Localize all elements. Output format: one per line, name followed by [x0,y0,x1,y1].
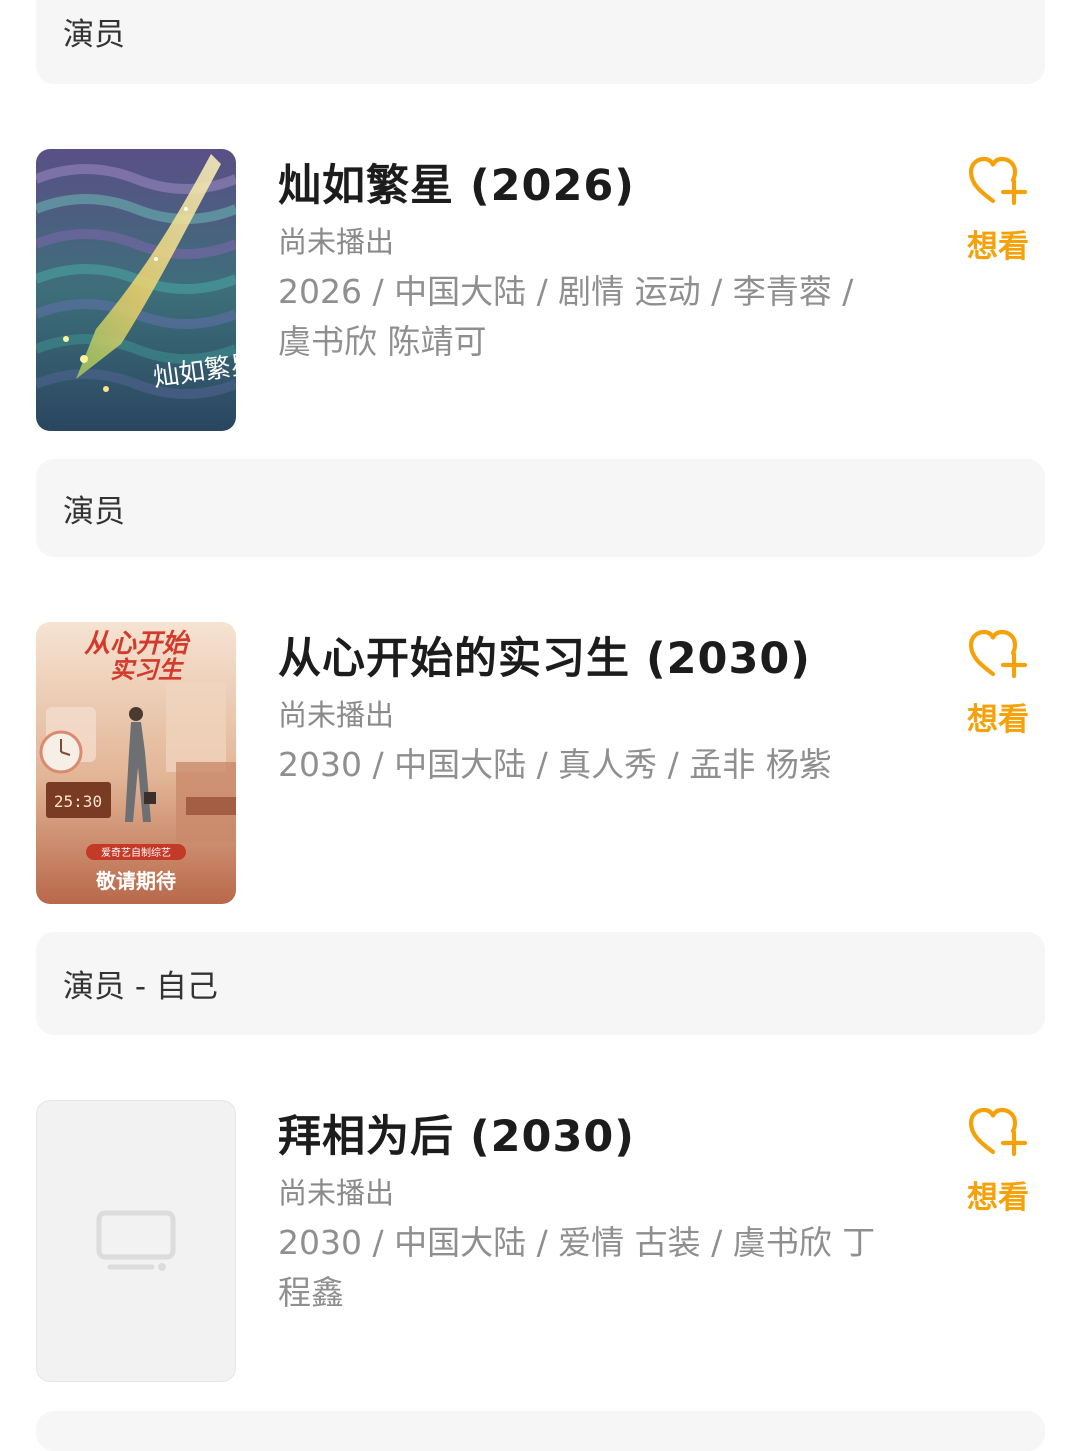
role-label: 演员 [63,17,125,53]
item-meta: 2030 / 中国大陆 / 爱情 古装 / 虞书欣 丁程鑫 [278,1223,876,1312]
list-item[interactable]: 拜相为后 (2030) 尚未播出 2030 / 中国大陆 / 爱情 古装 / 虞… [0,1100,1080,1382]
poster-footer-text: 敬请期待 [95,869,176,893]
poster-image[interactable]: 25:30 从心开始 实习生 爱奇艺自制综艺 敬请期待 [36,622,236,904]
poster-clock-text: 25:30 [54,792,102,811]
item-status: 尚未播出 [278,1176,395,1210]
role-bar: 演员 [36,459,1045,557]
item-meta: 2030 / 中国大陆 / 真人秀 / 孟非 杨紫 [278,745,832,784]
heart-plus-icon [968,156,1028,206]
role-bar: 演员 [36,0,1045,84]
want-to-watch-label: 想看 [967,702,1029,738]
list-item[interactable]: 灿如繁星 灿如繁星 (2026) 尚未播出 2026 / 中国大陆 / 剧情 运… [0,149,1080,431]
want-to-watch-button[interactable]: 想看 [958,628,1038,739]
poster-image[interactable]: 灿如繁星 [36,149,236,431]
heart-plus-icon [968,1107,1028,1157]
item-title[interactable]: 从心开始的实习生 (2030) [278,624,811,686]
poster-title-line1: 从心开始 [84,629,191,659]
item-title[interactable]: 拜相为后 (2030) [278,1102,635,1164]
poster-tagline: 爱奇艺自制综艺 [101,846,171,859]
tv-icon [96,1210,176,1271]
item-meta: 2026 / 中国大陆 / 剧情 运动 / 李青蓉 / 虞书欣 陈靖可 [278,272,854,361]
list-item[interactable]: 25:30 从心开始 实习生 爱奇艺自制综艺 敬请期待 从心开始的实习生 (20… [0,622,1080,904]
heart-plus-icon [968,629,1028,679]
want-to-watch-button[interactable]: 想看 [958,1106,1038,1217]
item-status: 尚未播出 [278,225,395,259]
role-label: 演员 - 自己 [63,969,218,1005]
role-label: 演员 [63,493,125,530]
poster-title-line2: 实习生 [110,656,185,684]
want-to-watch-label: 想看 [967,1180,1029,1216]
want-to-watch-button[interactable]: 想看 [958,155,1038,266]
role-bar: 演员 - 自己 [36,932,1045,1035]
item-title[interactable]: 灿如繁星 (2026) [278,151,635,213]
poster-placeholder[interactable] [36,1100,236,1382]
want-to-watch-label: 想看 [967,229,1029,265]
role-bar [36,1411,1045,1451]
item-status: 尚未播出 [278,698,395,732]
